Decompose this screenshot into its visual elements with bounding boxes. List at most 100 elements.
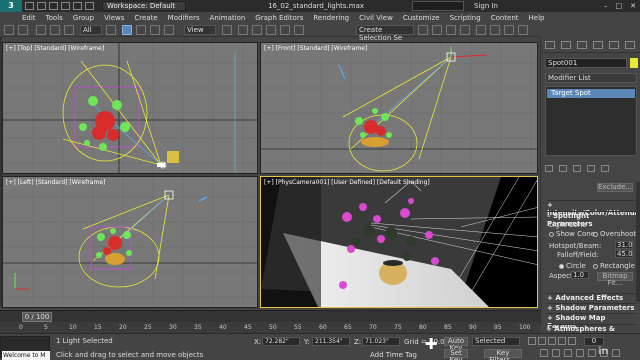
curve-editor-icon[interactable] xyxy=(476,25,486,35)
previous-frame-icon[interactable] xyxy=(538,337,546,345)
hotspot-spinner[interactable]: 31.0 xyxy=(615,241,633,249)
maxscript-mini-listener[interactable]: Welcome to M xyxy=(2,351,50,360)
menu-edit[interactable]: Edit xyxy=(22,14,36,22)
create-tab-icon[interactable] xyxy=(545,41,555,49)
utilities-tab-icon[interactable] xyxy=(625,41,635,49)
add-time-tag[interactable]: Add Time Tag xyxy=(370,351,417,359)
material-editor-icon[interactable] xyxy=(504,25,514,35)
percent-snap-icon[interactable] xyxy=(266,25,276,35)
rectangle-radio[interactable]: Rectangle xyxy=(593,262,635,270)
workspace-dropdown[interactable]: Workspace: Default xyxy=(102,1,186,11)
redo-icon[interactable] xyxy=(73,2,82,10)
show-end-result-icon[interactable] xyxy=(559,165,567,172)
select-scale-icon[interactable] xyxy=(150,25,160,35)
menu-graph-editors[interactable]: Graph Editors xyxy=(255,14,303,22)
modify-tab-icon[interactable] xyxy=(561,41,571,49)
menu-animation[interactable]: Animation xyxy=(210,14,246,22)
undo-button[interactable] xyxy=(4,25,14,35)
angle-snap-icon[interactable] xyxy=(252,25,262,35)
object-name-field[interactable]: Spot001 xyxy=(545,58,627,68)
mirror-icon[interactable] xyxy=(418,25,428,35)
select-place-icon[interactable] xyxy=(164,25,174,35)
go-to-end-icon[interactable] xyxy=(568,337,576,345)
key-selection-dropdown[interactable]: Selected xyxy=(472,337,520,346)
key-filters-button[interactable]: Key Filters... xyxy=(484,349,522,360)
viewport-camera-label[interactable]: [+] [PhysCamera001] [User Defined] [Defa… xyxy=(264,179,430,186)
edit-named-selection-icon[interactable] xyxy=(294,25,304,35)
rectangle-radio-icon[interactable] xyxy=(593,263,598,269)
time-slider-handle[interactable]: 0 / 100 xyxy=(22,312,52,322)
layer-explorer-icon[interactable] xyxy=(446,25,456,35)
viewport-top-label[interactable]: [+] [Top] [Standard] [Wireframe] xyxy=(6,45,104,52)
configure-modifier-sets-icon[interactable] xyxy=(601,165,609,172)
search-input[interactable] xyxy=(412,1,464,11)
current-frame-field[interactable]: 0 xyxy=(584,337,604,346)
overshoot-check-icon[interactable] xyxy=(593,231,598,237)
align-icon[interactable] xyxy=(432,25,442,35)
render-setup-icon[interactable] xyxy=(518,25,528,35)
maximize-viewport-icon[interactable] xyxy=(612,349,620,357)
modifier-list-dropdown[interactable]: Modifier List xyxy=(545,73,637,83)
unlink-icon[interactable] xyxy=(50,25,60,35)
sign-in-link[interactable]: Sign In xyxy=(474,0,498,12)
minimize-icon[interactable]: – xyxy=(604,0,608,12)
close-icon[interactable]: ✕ xyxy=(630,0,636,12)
falloff-spinner[interactable]: 45.0 xyxy=(615,250,633,258)
select-rotate-icon[interactable] xyxy=(136,25,146,35)
motion-tab-icon[interactable] xyxy=(593,41,603,49)
viewport-left-label[interactable]: [+] [Left] [Standard] [Wireframe] xyxy=(6,179,105,186)
object-color-swatch[interactable] xyxy=(630,58,638,68)
pin-stack-icon[interactable] xyxy=(545,165,553,172)
y-coord-field[interactable]: 211.354" xyxy=(312,337,350,346)
zoom-extents-icon[interactable] xyxy=(564,349,572,357)
undo-icon[interactable] xyxy=(61,2,70,10)
scene-explorer-icon[interactable] xyxy=(460,25,470,35)
menu-help[interactable]: Help xyxy=(529,14,545,22)
rollout-shadow-parameters[interactable]: Shadow Parameters xyxy=(547,303,637,312)
circle-radio-icon[interactable] xyxy=(559,263,564,269)
redo-button[interactable] xyxy=(18,25,28,35)
open-file-icon[interactable] xyxy=(37,2,46,10)
bind-space-warp-icon[interactable] xyxy=(64,25,74,35)
hierarchy-tab-icon[interactable] xyxy=(577,41,587,49)
app-logo[interactable]: 3 xyxy=(0,0,22,12)
auto-key-button[interactable]: Auto Key xyxy=(444,337,468,352)
field-of-view-icon[interactable] xyxy=(576,349,584,357)
pivot-center-icon[interactable] xyxy=(222,25,232,35)
named-selection-dropdown[interactable]: Create Selection Se xyxy=(356,25,414,42)
circle-radio[interactable]: Circle xyxy=(559,262,586,270)
show-cone-check-icon[interactable] xyxy=(549,231,554,237)
selection-filter-dropdown[interactable]: All xyxy=(80,25,102,35)
bitmap-fit-button[interactable]: Bitmap Fit... xyxy=(597,272,633,287)
select-object-icon[interactable] xyxy=(106,25,116,35)
menu-tools[interactable]: Tools xyxy=(46,14,63,22)
spinner-snap-icon[interactable] xyxy=(280,25,290,35)
stack-item-target-spot[interactable]: Target Spot xyxy=(547,89,635,98)
maxscript-listener[interactable]: Welcome to M xyxy=(0,336,50,360)
project-folder-icon[interactable] xyxy=(85,2,94,10)
save-file-icon[interactable] xyxy=(49,2,58,10)
zoom-icon[interactable] xyxy=(540,349,548,357)
exclude-button[interactable]: Exclude... xyxy=(597,183,633,192)
viewport-left[interactable]: [+] [Left] [Standard] [Wireframe] xyxy=(2,176,258,308)
remove-modifier-icon[interactable] xyxy=(587,165,595,172)
next-frame-icon[interactable] xyxy=(558,337,566,345)
menu-create[interactable]: Create xyxy=(134,14,157,22)
show-cone-checkbox[interactable]: Show Cone xyxy=(549,230,595,238)
z-coord-field[interactable]: 71.023" xyxy=(362,337,400,346)
rollout-advanced-effects[interactable]: Advanced Effects xyxy=(547,293,637,302)
track-bar[interactable]: 0 5 10 15 20 25 30 35 40 45 50 55 60 65 70 75 80 85 90 95 10… xyxy=(0,322,540,333)
maximize-icon[interactable]: □ xyxy=(616,0,623,12)
menu-civil-view[interactable]: Civil View xyxy=(359,14,393,22)
menu-rendering[interactable]: Rendering xyxy=(313,14,349,22)
aspect-spinner[interactable]: 1.0 xyxy=(571,271,589,279)
new-file-icon[interactable] xyxy=(25,2,34,10)
menu-scripting[interactable]: Scripting xyxy=(450,14,481,22)
snap-toggle-icon[interactable] xyxy=(238,25,248,35)
reference-coord-dropdown[interactable]: View xyxy=(184,25,216,35)
time-slider[interactable]: 0 / 100 xyxy=(0,310,540,322)
schematic-view-icon[interactable] xyxy=(490,25,500,35)
command-panel-scrollbar[interactable] xyxy=(636,182,640,302)
viewport-top[interactable]: [+] [Top] [Standard] [Wireframe] xyxy=(2,42,258,174)
link-icon[interactable] xyxy=(36,25,46,35)
